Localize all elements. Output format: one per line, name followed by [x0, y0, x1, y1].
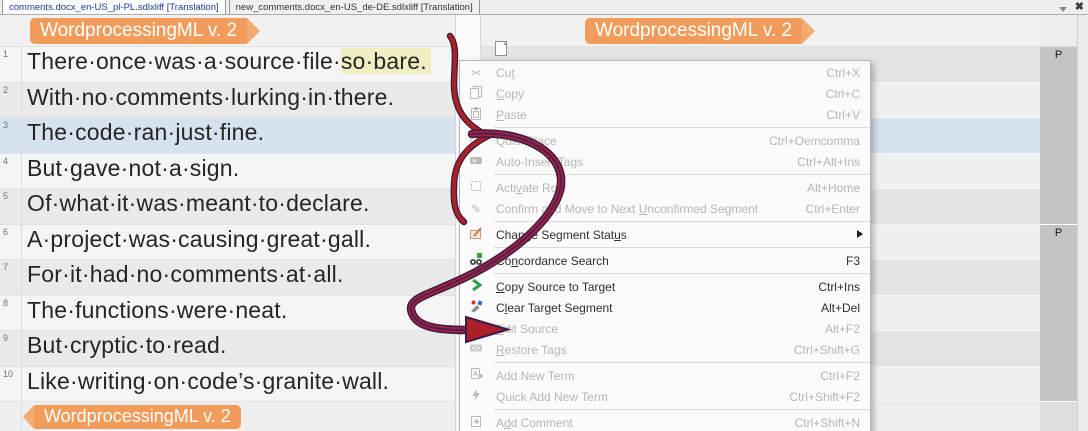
- copy-icon: [465, 85, 487, 102]
- submenu-arrow-icon: [857, 230, 863, 238]
- menu-separator: [494, 221, 870, 222]
- segment-number: 1: [3, 49, 9, 59]
- selection-anchor-mark: [454, 44, 457, 63]
- source-segment-row[interactable]: 7 For·it·had·no·comments·at·all.: [0, 260, 456, 296]
- segment-number: 5: [3, 191, 9, 201]
- edit-source-icon: [465, 320, 487, 337]
- menu-item-copy: Copy Ctrl+C: [460, 83, 870, 104]
- segment-text: The·code·ran·just·fine.: [27, 119, 265, 145]
- segment-number: 8: [3, 298, 9, 308]
- paragraph-marker: P: [1040, 47, 1077, 225]
- segment-number: 9: [3, 333, 9, 343]
- segment-number: 2: [3, 85, 9, 95]
- menu-separator: [494, 273, 870, 274]
- lightning-icon: [465, 388, 487, 405]
- segment-text: A·project·was·causing·great·gall.: [27, 226, 372, 252]
- menu-separator: [494, 174, 870, 175]
- source-segment-row[interactable]: 4 But·gave·not·a·sign.: [0, 154, 456, 189]
- menu-item-activate-row: Activate Row Alt+Home: [460, 177, 870, 198]
- context-menu: ✂ Cut Ctrl+X Copy Ctrl+C Paste Ctrl+V Quick…: [459, 60, 871, 431]
- tab-new-comments-docx[interactable]: new_comments.docx_en-US_de-DE.sdlxliff […: [228, 0, 480, 14]
- binoculars-icon: [465, 252, 487, 269]
- svg-text:»: »: [472, 156, 477, 165]
- segment-number: 7: [3, 262, 9, 272]
- segment-text: The·functions·were·neat.: [27, 297, 288, 323]
- trados-editor-window: comments.docx_en-US_pl-PL.sdlxliff [Tran…: [0, 0, 1088, 431]
- scissors-icon: ✂: [470, 65, 482, 80]
- menu-item-restore-tags: <> Restore Tags Ctrl+Shift+G: [460, 339, 870, 360]
- segment-text: Of·what·it·was·meant·to·declare.: [27, 190, 370, 216]
- menu-separator: [494, 127, 870, 128]
- segment-text: But·cryptic·to·read.: [27, 332, 227, 358]
- menu-item-copy-source-to-target[interactable]: Copy Source to Target Ctrl+Ins: [460, 276, 870, 297]
- clear-segment-icon: [465, 299, 487, 316]
- source-segment-row[interactable]: 2 With·no·comments·lurking·in·there.: [0, 83, 456, 118]
- tab-comments-docx[interactable]: comments.docx_en-US_pl-PL.sdlxliff [Tran…: [2, 0, 226, 14]
- menu-item-auto-insert-tags: » Auto-Insert Tags Ctrl+Alt+Ins: [460, 151, 870, 172]
- menu-item-confirm-move-next: ✎ Confirm and Move to Next Unconfirmed S…: [460, 198, 870, 219]
- segment-number: 10: [3, 369, 14, 379]
- highlighted-text: so·bare.: [340, 48, 431, 74]
- tab-controls: ✖: [1058, 1, 1084, 13]
- source-segment-row[interactable]: 10 Like·writing·on·code’s·granite·wall.: [0, 367, 456, 402]
- menu-item-concordance-search[interactable]: Concordance Search F3: [460, 250, 870, 271]
- source-segment-row[interactable]: 9 But·cryptic·to·read.: [0, 331, 456, 367]
- auto-insert-tags-icon: »: [465, 153, 487, 170]
- confirm-pencil-icon: ✎: [470, 201, 482, 216]
- menu-item-cut: ✂ Cut Ctrl+X: [460, 62, 870, 83]
- activate-row-icon: [465, 179, 487, 196]
- chevron-down-icon[interactable]: [1058, 6, 1067, 12]
- source-segment-row[interactable]: 6 A·project·was·causing·great·gall.: [0, 225, 456, 260]
- target-structure-banner-open: WordprocessingML v. 2: [585, 18, 816, 44]
- menu-separator: [494, 409, 870, 410]
- number-column-divider: [21, 47, 22, 431]
- quickplace-tag-icon: [465, 132, 487, 149]
- restore-tags-icon: <>: [465, 341, 487, 358]
- menu-separator: [494, 362, 870, 363]
- segment-number: 4: [3, 156, 9, 166]
- segment-number: 3: [3, 120, 9, 130]
- segment-text: But·gave·not·a·sign.: [27, 155, 240, 181]
- svg-text:<>: <>: [472, 346, 480, 353]
- page-icon: [495, 41, 507, 56]
- menu-item-quickplace: QuickPlace Ctrl+Oemcomma: [460, 130, 870, 151]
- scrollbar-track[interactable]: [1077, 15, 1088, 431]
- segment-text: With·no·comments·lurking·in·there.: [27, 84, 395, 110]
- menu-item-add-new-term: A Add New Term Ctrl+F2: [460, 365, 870, 386]
- svg-text:A: A: [473, 371, 478, 378]
- menu-item-edit-source: Edit Source Alt+F2: [460, 318, 870, 339]
- segment-text: For·it·had·no·comments·at·all.: [27, 261, 344, 287]
- add-term-book-icon: A: [465, 367, 487, 384]
- source-segment-row[interactable]: 1 There·once·was·a·source·file·so·bare.: [0, 47, 456, 83]
- menu-separator: [494, 247, 870, 248]
- segment-number: 6: [3, 227, 9, 237]
- close-icon[interactable]: ✖: [1075, 1, 1084, 13]
- paragraph-marker: P: [1040, 225, 1077, 402]
- menu-item-add-comment: Add Comment Ctrl+Shift+N: [460, 412, 870, 431]
- structure-column-header: [1040, 15, 1077, 47]
- green-chevron-icon: [465, 278, 487, 295]
- segment-text: Like·writing·on·code’s·granite·wall.: [27, 368, 390, 394]
- menu-item-quick-add-new-term: Quick Add New Term Ctrl+Shift+F2: [460, 386, 870, 407]
- source-segment-row-selected[interactable]: 3 The·code·ran·just·fine.: [0, 118, 456, 154]
- segment-text: There·once·was·a·source·file·so·bare.: [27, 48, 431, 75]
- structure-column-footer: [1040, 402, 1077, 431]
- menu-item-paste: Paste Ctrl+V: [460, 104, 870, 125]
- document-tab-bar: comments.docx_en-US_pl-PL.sdlxliff [Tran…: [0, 0, 1088, 15]
- source-structure-banner-close: WordprocessingML v. 2: [23, 405, 241, 429]
- source-structure-banner-open: WordprocessingML v. 2: [30, 18, 261, 44]
- paste-icon: [465, 106, 487, 123]
- menu-item-clear-target-segment[interactable]: Clear Target Segment Alt+Del: [460, 297, 870, 318]
- add-comment-icon: [465, 414, 487, 431]
- menu-item-change-segment-status[interactable]: Change Segment Status: [460, 224, 870, 245]
- segment-status-icon: [465, 226, 487, 243]
- source-segment-row[interactable]: 5 Of·what·it·was·meant·to·declare.: [0, 189, 456, 225]
- source-segment-row[interactable]: 8 The·functions·were·neat.: [0, 296, 456, 331]
